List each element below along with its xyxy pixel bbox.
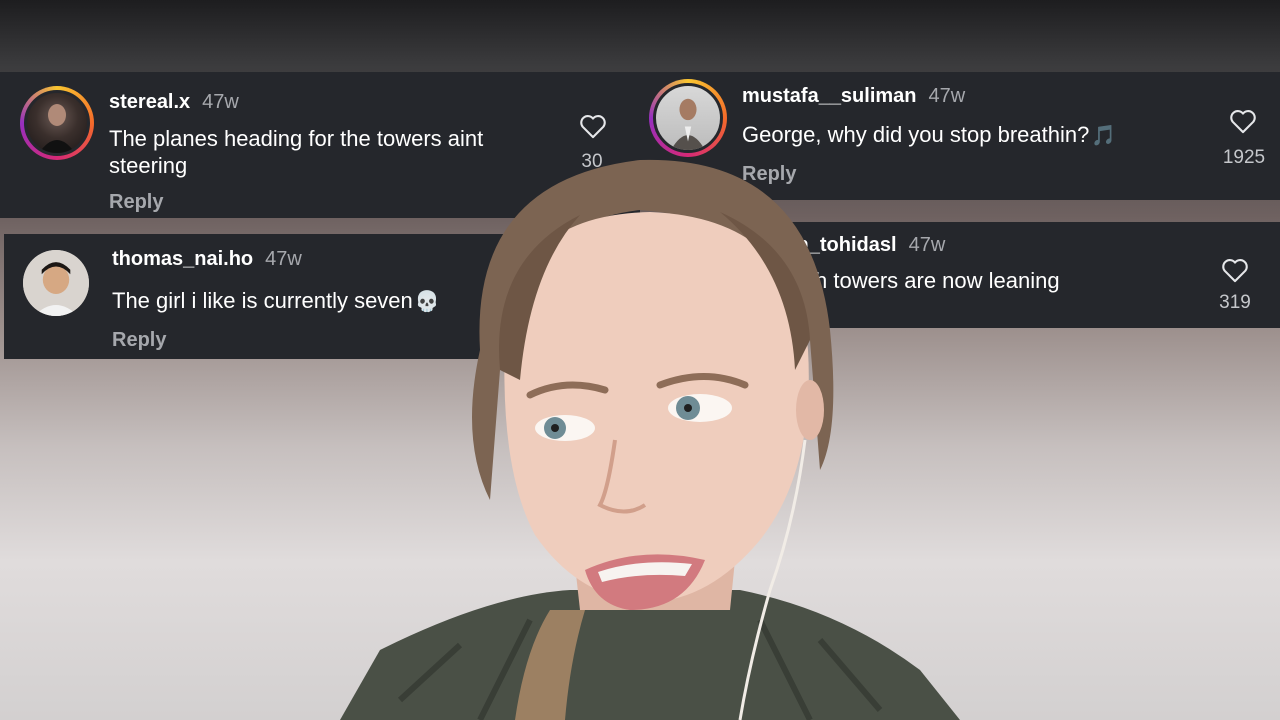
avatar-thomas[interactable] (23, 250, 89, 316)
music-note-icon: 🎵 (1091, 125, 1117, 147)
presenter-video (340, 159, 960, 720)
heart-outline-icon[interactable] (1221, 257, 1249, 283)
comment-username[interactable]: stereal.x 47w (109, 91, 239, 114)
reply-button[interactable]: Reply (112, 329, 166, 352)
comment-username[interactable]: mustafa__suliman 47w (742, 85, 965, 108)
like-count: 319 (1219, 292, 1251, 313)
heart-outline-icon[interactable] (1229, 108, 1257, 134)
heart-outline-icon[interactable] (579, 113, 607, 139)
comment-username[interactable]: thomas_nai.ho 47w (112, 248, 302, 271)
avatar-photo (39, 104, 75, 153)
avatar-stereal[interactable] (20, 86, 94, 160)
avatar-photo (23, 250, 89, 316)
reply-button[interactable]: Reply (109, 191, 163, 214)
comment-age: 47w (202, 91, 239, 113)
comment-age: 47w (265, 248, 302, 270)
comment-age: 47w (928, 85, 966, 107)
like-count: 1925 (1222, 147, 1266, 168)
